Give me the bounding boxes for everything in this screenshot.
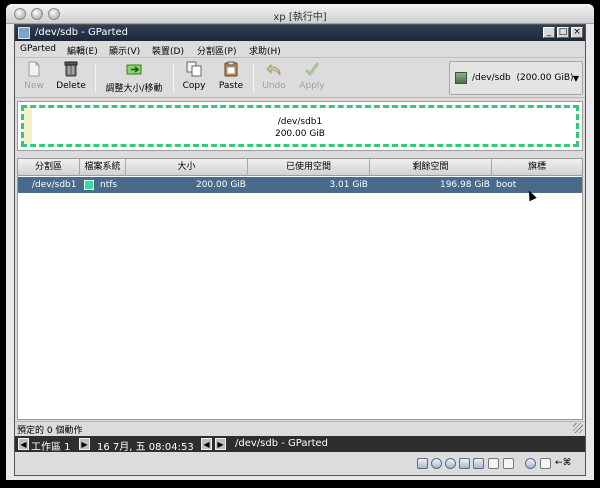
copy-button[interactable]: Copy xyxy=(179,61,209,95)
window-title: /dev/sdb - GParted xyxy=(35,27,129,38)
cell-partition: /dev/sdb1 xyxy=(32,180,77,190)
prev-task-icon[interactable]: ◀ xyxy=(201,438,212,450)
table-header: 分割區 檔案系統 大小 已使用空間 剩餘空間 旗標 xyxy=(18,159,582,176)
new-button[interactable]: New xyxy=(19,61,49,95)
menubar: GParted 編輯(E) 顯示(V) 裝置(D) 分割區(P) 求助(H) xyxy=(15,41,585,58)
delete-button[interactable]: Delete xyxy=(53,61,89,95)
apply-button[interactable]: Apply xyxy=(297,61,327,95)
status-bar: 預定的 0 個動作 xyxy=(15,421,585,436)
mouse-integration-icon[interactable] xyxy=(525,458,536,469)
host-window: xp [執行中] /dev/sdb - GParted _ □ × GParte… xyxy=(6,4,594,480)
trash-icon xyxy=(64,61,78,77)
optical-disc-icon[interactable] xyxy=(431,458,442,469)
undo-label: Undo xyxy=(262,81,286,91)
usb-icon[interactable] xyxy=(503,458,514,469)
partition-block-sdb1[interactable]: /dev/sdb1 200.00 GiB xyxy=(21,105,579,147)
apply-label: Apply xyxy=(299,81,325,91)
next-task-icon[interactable]: ▶ xyxy=(215,438,226,450)
disk-map: /dev/sdb1 200.00 GiB xyxy=(17,101,583,151)
toolbar-separator xyxy=(95,64,96,92)
dropdown-arrow-icon[interactable]: ▼ xyxy=(573,74,579,83)
harddisk-icon xyxy=(455,72,467,84)
resize-grip-icon[interactable] xyxy=(573,423,583,433)
partition-table: 分割區 檔案系統 大小 已使用空間 剩餘空間 旗標 /dev/sdb1 ntfs… xyxy=(17,158,583,420)
host-title: xp [執行中] xyxy=(273,12,327,23)
menu-gparted[interactable]: GParted xyxy=(20,44,56,54)
table-row[interactable]: /dev/sdb1 ntfs 200.00 GiB 3.01 GiB 196.9… xyxy=(18,177,582,193)
device-name: /dev/sdb xyxy=(472,73,511,83)
prev-workspace-icon[interactable]: ◀ xyxy=(18,438,29,450)
new-document-icon xyxy=(28,61,40,77)
device-size: (200.00 GiB) xyxy=(516,73,574,83)
cell-flags: boot xyxy=(496,180,517,190)
clipboard-icon xyxy=(224,61,238,77)
device-selector-text: /dev/sdb (200.00 GiB) xyxy=(472,73,574,83)
close-button[interactable]: × xyxy=(571,27,583,38)
undo-button[interactable]: Undo xyxy=(259,61,289,95)
paste-button[interactable]: Paste xyxy=(215,61,247,95)
pending-operations-text: 預定的 0 個動作 xyxy=(17,426,83,436)
toolbar-separator xyxy=(173,64,174,92)
column-used[interactable]: 已使用空間 xyxy=(248,159,370,176)
status-tray: ←⌘ xyxy=(15,453,585,475)
menu-partition[interactable]: 分割區(P) xyxy=(197,44,236,57)
new-label: New xyxy=(24,81,44,91)
menu-help[interactable]: 求助(H) xyxy=(249,44,281,57)
display-icon[interactable] xyxy=(488,458,499,469)
gparted-titlebar[interactable]: /dev/sdb - GParted _ □ × xyxy=(15,25,585,41)
toolbar: New Delete 調整大小/移動 Copy Paste Undo Apply… xyxy=(15,58,585,98)
host-key-indicator: ←⌘ xyxy=(555,458,572,468)
taskbar: ◀ 工作區 1 ▶ 16 7月, 五 08:04:53 ◀ ▶ /dev/sdb… xyxy=(15,436,585,453)
cell-filesystem: ntfs xyxy=(100,180,118,190)
resize-label: 調整大小/移動 xyxy=(105,84,163,94)
shared-folder-icon[interactable] xyxy=(473,458,484,469)
menu-device[interactable]: 裝置(D) xyxy=(152,44,184,57)
menu-edit[interactable]: 編輯(E) xyxy=(67,44,98,57)
gparted-window: /dev/sdb - GParted _ □ × GParted 編輯(E) 顯… xyxy=(14,24,586,476)
filesystem-color-swatch xyxy=(84,180,94,190)
copy-icon xyxy=(186,61,202,77)
toolbar-separator xyxy=(253,64,254,92)
column-unused[interactable]: 剩餘空間 xyxy=(370,159,492,176)
column-flags[interactable]: 旗標 xyxy=(492,159,582,176)
partition-block-name: /dev/sdb1 xyxy=(277,117,323,127)
column-filesystem[interactable]: 檔案系統 xyxy=(80,159,126,176)
checkmark-icon xyxy=(304,62,320,77)
harddisk-icon[interactable] xyxy=(417,458,428,469)
cell-size: 200.00 GiB xyxy=(195,180,246,190)
paste-label: Paste xyxy=(218,81,244,91)
app-icon[interactable] xyxy=(18,27,30,39)
partition-block-size: 200.00 GiB xyxy=(274,129,325,139)
next-workspace-icon[interactable]: ▶ xyxy=(79,438,90,450)
minimize-button[interactable]: _ xyxy=(543,27,555,38)
host-titlebar: xp [執行中] xyxy=(6,4,594,24)
download-icon[interactable] xyxy=(540,458,551,469)
edit-pen-icon[interactable] xyxy=(459,458,470,469)
menu-view[interactable]: 顯示(V) xyxy=(109,44,140,57)
clock: 16 7月, 五 08:04:53 xyxy=(97,442,194,453)
column-size[interactable]: 大小 xyxy=(126,159,248,176)
delete-label: Delete xyxy=(56,81,86,91)
undo-icon xyxy=(266,63,281,76)
network-globe-icon[interactable] xyxy=(445,458,456,469)
resize-move-button[interactable]: 調整大小/移動 xyxy=(101,61,167,95)
cell-unused: 196.98 GiB xyxy=(439,180,490,190)
copy-label: Copy xyxy=(182,81,206,91)
maximize-button[interactable]: □ xyxy=(557,27,569,38)
resize-arrow-icon xyxy=(126,64,142,75)
column-partition[interactable]: 分割區 xyxy=(18,159,80,176)
device-selector[interactable]: /dev/sdb (200.00 GiB) ▼ xyxy=(449,61,583,95)
cell-used: 3.01 GiB xyxy=(329,180,368,190)
task-button[interactable]: /dev/sdb - GParted xyxy=(235,438,328,449)
workspace-label[interactable]: 工作區 1 xyxy=(31,438,71,453)
